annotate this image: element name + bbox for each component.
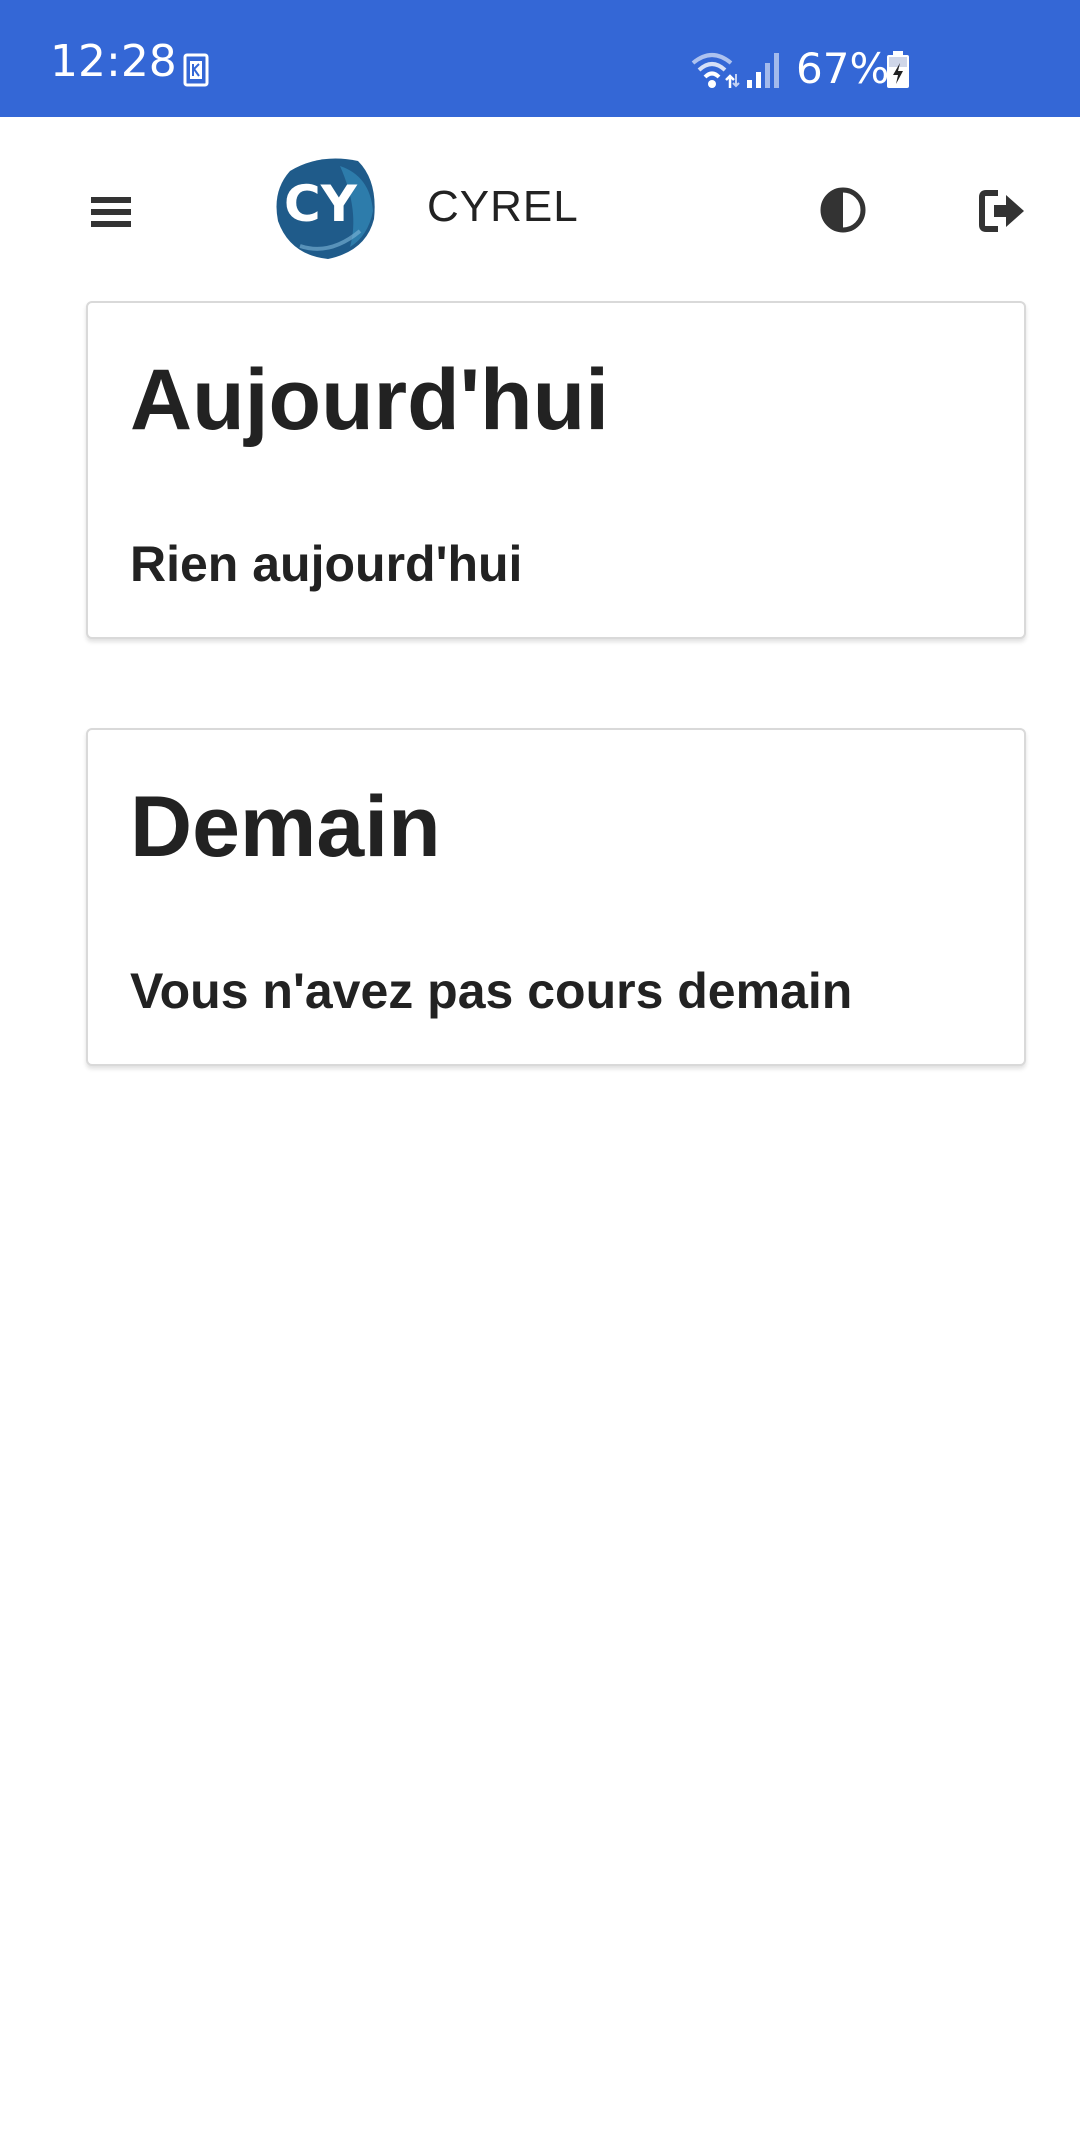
battery-charging-icon [886,51,910,89]
wifi-icon [690,50,740,90]
k-notification-icon [183,53,209,87]
battery-percentage: 67% [796,44,890,93]
tomorrow-card: Demain Vous n'avez pas cours demain [86,728,1026,1066]
tomorrow-message: Vous n'avez pas cours demain [130,963,853,1019]
cell-signal-icon [745,50,785,90]
theme-toggle-button[interactable] [818,185,868,235]
status-time: 12:28 [50,36,177,87]
today-card: Aujourd'hui Rien aujourd'hui [86,301,1026,639]
app-title: CYREL [427,182,579,231]
contrast-toggle-icon [820,187,866,233]
status-bar: 12:28 67% [0,0,1080,117]
tomorrow-heading: Demain [130,779,441,875]
cy-logo: CY [270,151,380,261]
logout-icon [979,190,1024,232]
logout-button[interactable] [978,187,1028,235]
today-heading: Aujourd'hui [130,352,610,448]
menu-button[interactable] [86,187,136,237]
today-message: Rien aujourd'hui [130,536,523,592]
hamburger-menu-icon [91,197,131,227]
app-header: CY CYREL [0,117,1080,302]
logo-text: CY [284,175,358,233]
